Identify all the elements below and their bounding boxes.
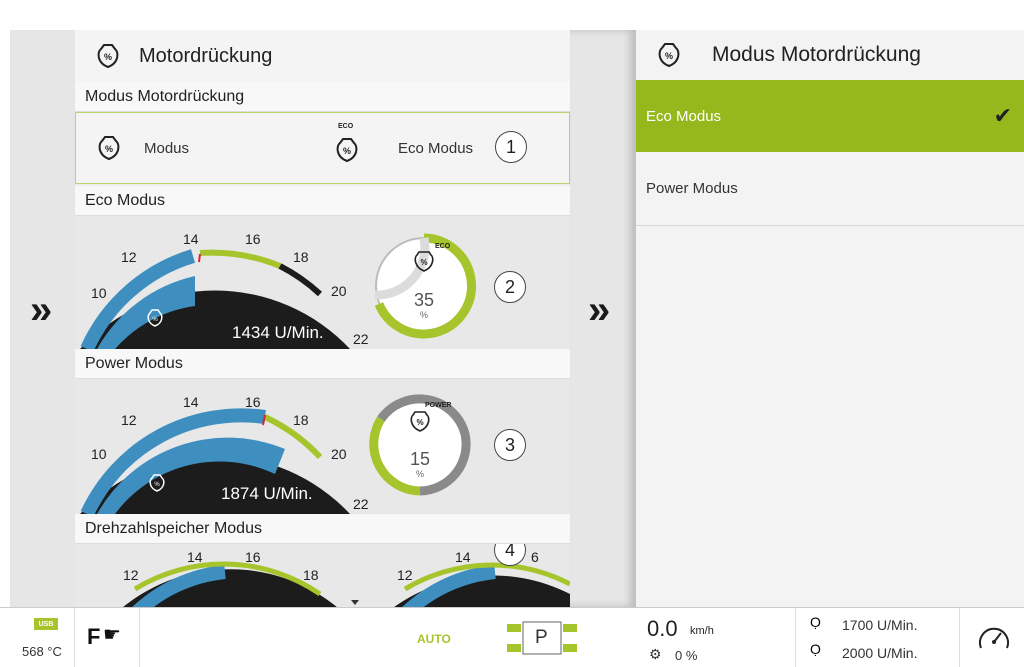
engine-pressure-panel: % Motordrückung Modus Motordrückung % Mo… xyxy=(75,30,570,607)
svg-text:%: % xyxy=(665,51,673,61)
tick-label: 12 xyxy=(121,412,137,428)
mode-label: Modus xyxy=(144,140,190,157)
eco-gauge-area: 10 12 14 16 18 20 22 % 1434 U/Min. ECO %… xyxy=(75,216,570,349)
tick-label: 20 xyxy=(331,283,347,299)
svg-text:%: % xyxy=(343,146,351,156)
tick-label: 16 xyxy=(245,549,261,565)
engine-percent-icon: % xyxy=(654,40,684,70)
eco-percent-value: 35 xyxy=(414,290,434,310)
tick-label: 6 xyxy=(531,549,539,565)
callout-1: 1 xyxy=(495,131,527,163)
tick-label: 14 xyxy=(183,231,199,247)
eco-rpm-readout: 1434 U/Min. xyxy=(232,323,324,342)
rpm-2-value: 2000 U/Min. xyxy=(842,645,918,661)
tick-label: 12 xyxy=(121,249,137,265)
callout-2: 2 xyxy=(494,271,526,303)
tick-label: 16 xyxy=(245,394,261,410)
hand-pointer-icon: ☛ xyxy=(103,624,121,646)
option-power-mode[interactable]: Power Modus xyxy=(636,152,1024,226)
power-badge: POWER xyxy=(425,402,451,409)
tick-label: 16 xyxy=(245,231,261,247)
engine-percent-icon: % xyxy=(94,133,124,163)
empty-cell xyxy=(140,608,400,667)
speedometer-cell[interactable] xyxy=(960,608,1024,667)
gear-value: P xyxy=(535,627,548,648)
option-label: Eco Modus xyxy=(646,107,722,125)
rpm-1-value: 1700 U/Min. xyxy=(842,617,918,633)
auto-label: AUTO xyxy=(417,632,451,646)
double-chevron-right-icon[interactable]: » xyxy=(30,288,52,333)
options-title: Modus Motordrückung xyxy=(712,43,921,66)
engine-rpm-1-icon: Ọ xyxy=(810,614,821,630)
eco-badge: ECO xyxy=(435,243,451,250)
eco-badge: ECO xyxy=(338,123,354,130)
svg-text:%: % xyxy=(152,317,158,323)
mode-selector-row[interactable]: % Modus ECO % Eco Modus 1 xyxy=(75,112,570,184)
f-key-cell[interactable]: F ☛ xyxy=(75,608,140,667)
usb-icon: USB xyxy=(34,618,58,630)
power-rpm-readout: 1874 U/Min. xyxy=(221,484,313,503)
transmission-indicator[interactable]: P xyxy=(507,618,577,658)
power-gauge-area: 10 12 14 16 18 20 22 % 1874 U/Min. POWER… xyxy=(75,379,570,514)
tick-label: 18 xyxy=(293,249,309,265)
tick-label: 12 xyxy=(397,567,413,583)
right-expand-gutter[interactable]: » xyxy=(570,30,636,607)
selected-mode-value: Eco Modus xyxy=(398,140,474,157)
tick-label: 14 xyxy=(455,549,471,565)
slip-value: 0 % xyxy=(675,648,698,663)
engine-percent-icon: % xyxy=(93,41,123,71)
eco-percent-unit: % xyxy=(420,310,428,320)
f-key-label: F xyxy=(87,624,101,649)
left-expand-gutter[interactable]: » xyxy=(10,30,75,607)
speed-value: 0.0 xyxy=(647,616,678,641)
tick-label: 14 xyxy=(187,549,203,565)
screen: » % Motordrückung Modus Motordrückung % … xyxy=(0,0,1024,667)
eco-section-label: Eco Modus xyxy=(75,186,570,216)
usb-temp-cell[interactable]: USB 568 °C xyxy=(0,608,75,667)
svg-text:%: % xyxy=(420,258,427,267)
speed-unit: km/h xyxy=(690,625,714,637)
rpm-memory-cell[interactable]: Ọ 1700 U/Min. Ọ 2000 U/Min. xyxy=(795,608,960,667)
page-title: Motordrückung xyxy=(139,44,273,67)
callout-3: 3 xyxy=(494,429,526,461)
options-header: % Modus Motordrückung xyxy=(636,30,1024,80)
svg-text:%: % xyxy=(154,482,160,488)
option-label: Power Modus xyxy=(646,180,738,197)
panel-header: % Motordrückung xyxy=(75,30,570,82)
top-strip xyxy=(0,0,1024,30)
svg-text:%: % xyxy=(105,144,113,154)
tick-label: 18 xyxy=(293,412,309,428)
status-bar: USB 568 °C F ☛ AUTO P 0.0 km/h ⚙ 0 % Ọ 1… xyxy=(0,607,1024,667)
tick-label: 20 xyxy=(331,446,347,462)
tick-label: 10 xyxy=(91,285,107,301)
tick-label: 18 xyxy=(303,567,319,583)
tick-label: 22 xyxy=(353,331,369,347)
wheel-slip-icon: ⚙ xyxy=(649,646,662,662)
power-percent-unit: % xyxy=(416,469,424,479)
tick-label: 22 xyxy=(353,496,369,512)
power-percent-value: 15 xyxy=(410,449,430,469)
checkmark-icon: ✔ xyxy=(993,103,1012,128)
mode-options-panel: % Modus Motordrückung Eco Modus ✔ Power … xyxy=(636,30,1024,607)
tick-label: 10 xyxy=(91,446,107,462)
double-chevron-right-icon[interactable]: » xyxy=(588,288,610,333)
speicher-gauge-area: 12 14 16 18 12 14 6 4 xyxy=(75,544,570,607)
svg-text:%: % xyxy=(416,418,423,427)
speicher-section-label: Drehzahlspeicher Modus xyxy=(75,514,570,544)
tick-label: 14 xyxy=(183,394,199,410)
tick-label: 12 xyxy=(123,567,139,583)
engine-rpm-2-icon: Ọ xyxy=(810,641,821,657)
option-eco-mode[interactable]: Eco Modus ✔ xyxy=(636,80,1024,152)
speedometer-icon xyxy=(979,627,1009,649)
section-mode-label: Modus Motordrückung xyxy=(75,82,570,112)
engine-eco-icon: % xyxy=(332,135,362,165)
power-section-label: Power Modus xyxy=(75,349,570,379)
temperature-readout: 568 °C xyxy=(22,644,62,659)
svg-text:%: % xyxy=(104,52,112,62)
